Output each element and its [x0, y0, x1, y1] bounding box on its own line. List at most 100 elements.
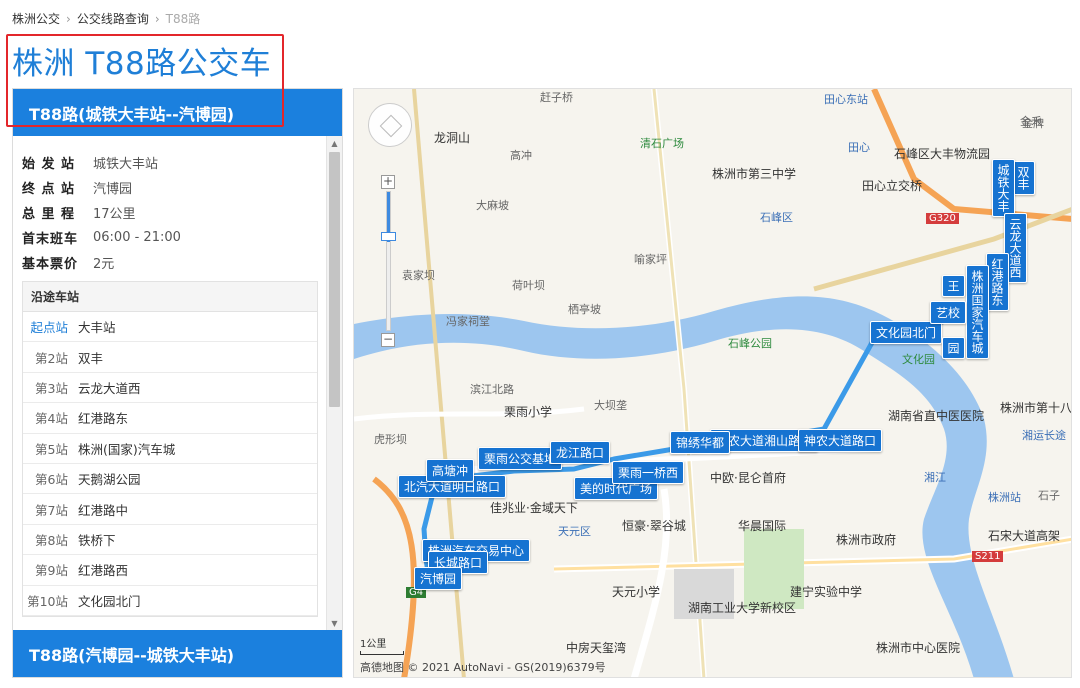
stop-index: 第9站	[35, 563, 68, 579]
map-label: 中欧·昆仑首府	[710, 471, 786, 485]
map-stop-tag[interactable]: 高塘冲	[426, 459, 475, 482]
stop-index: 第10站	[27, 593, 68, 609]
route-forward-header[interactable]: T88路(城铁大丰站--汽博园)	[13, 89, 342, 136]
stop-row[interactable]: 第6站 天鹅湖公园	[23, 464, 317, 495]
scale-label: 1公里	[360, 639, 387, 650]
map-label: 湘运长途	[1022, 429, 1066, 442]
route-reverse-header[interactable]: T88路(汽博园--城铁大丰站)	[13, 630, 342, 677]
map-stop-tag[interactable]: 城铁大丰	[992, 159, 1015, 217]
map-label: 株洲市第十八	[1000, 401, 1072, 415]
route-map[interactable]: 龙洞山 清石广场 株洲市第三中学 石峰区 田心立交桥 石峰区大丰物流园 田心东站…	[353, 88, 1072, 678]
map-label: 湖南省直中医医院	[888, 409, 985, 423]
stop-index: 第2站	[35, 350, 68, 366]
map-stop-tag[interactable]: 龙江路口	[550, 441, 611, 464]
map-label: 滨江北路	[470, 383, 514, 396]
map-stop-tag[interactable]: 锦绣华都	[670, 431, 731, 454]
map-scale: 1公里	[360, 635, 404, 655]
zoom-slider-track[interactable]	[386, 191, 391, 331]
map-label: 建宁实验中学	[790, 585, 863, 599]
zoom-slider-handle[interactable]	[381, 232, 396, 241]
map-stop-tag[interactable]: 汽博园	[414, 567, 463, 590]
stop-index: 第3站	[35, 380, 68, 396]
map-label: 龙洞山	[434, 131, 471, 145]
map-stop-tag[interactable]: 红港路东	[986, 253, 1009, 311]
map-label: 栗雨小学	[504, 405, 553, 419]
stop-name: 红港路中	[78, 502, 129, 518]
map-stop-tag[interactable]: 双丰	[1012, 161, 1035, 195]
hours-label: 首末班车	[22, 232, 79, 247]
stop-row[interactable]: 第8站 铁桥下	[23, 525, 317, 556]
breadcrumb: 株洲公交 › 公交线路查询 › T88路	[12, 10, 200, 27]
map-label: 湖南工业大学新校区	[688, 601, 797, 615]
map-label: 石峰公园	[728, 337, 772, 350]
pan-control[interactable]	[368, 103, 412, 147]
map-label: 荷叶坝	[512, 279, 545, 292]
map-label: 冯家祠堂	[446, 315, 490, 328]
distance-label: 总 里 程	[22, 207, 76, 222]
map-stop-tag[interactable]: 艺校	[930, 301, 967, 324]
chevron-right-icon: ›	[66, 11, 71, 26]
map-label: 大坝垄	[594, 399, 627, 412]
map-label: 石子	[1038, 489, 1060, 502]
breadcrumb-current: T88路	[165, 12, 201, 26]
map-label: 田心立交桥	[862, 179, 923, 193]
scroll-up-icon[interactable]: ▲	[327, 137, 342, 151]
map-copyright: 高德地图 © 2021 AutoNavi - GS(2019)6379号	[360, 661, 606, 674]
map-label: 大麻坡	[476, 199, 509, 212]
map-label: 袁家坝	[402, 269, 435, 282]
stop-name: 云龙大道西	[78, 380, 141, 396]
map-label: 株洲市中心医院	[876, 641, 961, 655]
chevron-right-icon: ›	[154, 11, 160, 26]
map-label: 金牌	[1022, 117, 1044, 130]
stop-name: 红港路西	[78, 563, 129, 579]
stop-index: 第5站	[35, 441, 68, 457]
map-label: 石峰区	[760, 211, 793, 224]
stop-row[interactable]: 起点站 大丰站	[23, 312, 317, 343]
scrollbar[interactable]: ▲ ▼	[326, 136, 342, 632]
stop-row[interactable]: 第4站 红港路东	[23, 403, 317, 434]
stop-name: 铁桥下	[78, 532, 116, 548]
breadcrumb-section[interactable]: 公交线路查询	[77, 10, 149, 27]
map-label: 恒豪·翠谷城	[622, 519, 686, 533]
stop-index: 第7站	[35, 502, 68, 518]
stop-index: 第8站	[35, 532, 68, 548]
map-label: S211	[972, 551, 1004, 562]
map-stop-tag[interactable]: 株洲国家汽车城	[966, 265, 989, 359]
route-panel: T88路(城铁大丰站--汽博园) 始 发 站 城铁大丰站 终 点 站 汽博园 总 里…	[12, 88, 343, 678]
stop-row[interactable]: 第10站 文化园北门	[23, 586, 317, 616]
map-label: 华晨国际	[738, 519, 787, 533]
map-stop-tag[interactable]: 园	[942, 337, 965, 359]
stop-name: 株洲(国家)汽车城	[78, 441, 176, 457]
map-stop-tag[interactable]: 栗雨一桥西	[612, 461, 685, 484]
start-label: 始 发 站	[22, 157, 76, 172]
map-label: 石宋大道高架	[988, 529, 1061, 543]
stop-name: 双丰	[78, 350, 104, 366]
map-label: 清石广场	[640, 137, 684, 150]
zoom-out-button[interactable]: −	[381, 333, 395, 347]
stop-row[interactable]: 第7站 红港路中	[23, 494, 317, 525]
map-stop-tag[interactable]: 王	[942, 275, 965, 297]
scroll-down-icon[interactable]: ▼	[327, 617, 342, 631]
map-stop-tag[interactable]: 神农大道路口	[798, 429, 883, 452]
stop-index: 第4站	[35, 411, 68, 427]
zoom-in-button[interactable]: +	[381, 175, 395, 189]
stop-row[interactable]: 第5站 株洲(国家)汽车城	[23, 434, 317, 464]
map-label: 株洲市第三中学	[712, 167, 797, 181]
stop-row[interactable]: 第2站 双丰	[23, 342, 317, 373]
map-zoom-control	[368, 103, 412, 147]
scrollbar-thumb[interactable]	[329, 152, 340, 407]
map-label: 喻家坪	[634, 253, 667, 266]
stop-index: 起点站	[30, 320, 68, 336]
breadcrumb-home[interactable]: 株洲公交	[12, 10, 60, 27]
distance-value: 17公里	[93, 207, 136, 222]
map-stop-tag[interactable]: 文化园北门	[870, 321, 943, 344]
map-label: 栖亭坡	[568, 303, 601, 316]
map-label: 文化园	[902, 353, 935, 366]
stop-row[interactable]: 第3站 云龙大道西	[23, 373, 317, 404]
stop-row[interactable]: 第9站 红港路西	[23, 555, 317, 586]
stop-name: 文化园北门	[78, 593, 141, 609]
hours-value: 06:00 - 21:00	[93, 230, 181, 245]
start-value: 城铁大丰站	[93, 157, 159, 172]
stop-name: 红港路东	[78, 411, 129, 427]
map-label: 湘江	[924, 471, 946, 484]
